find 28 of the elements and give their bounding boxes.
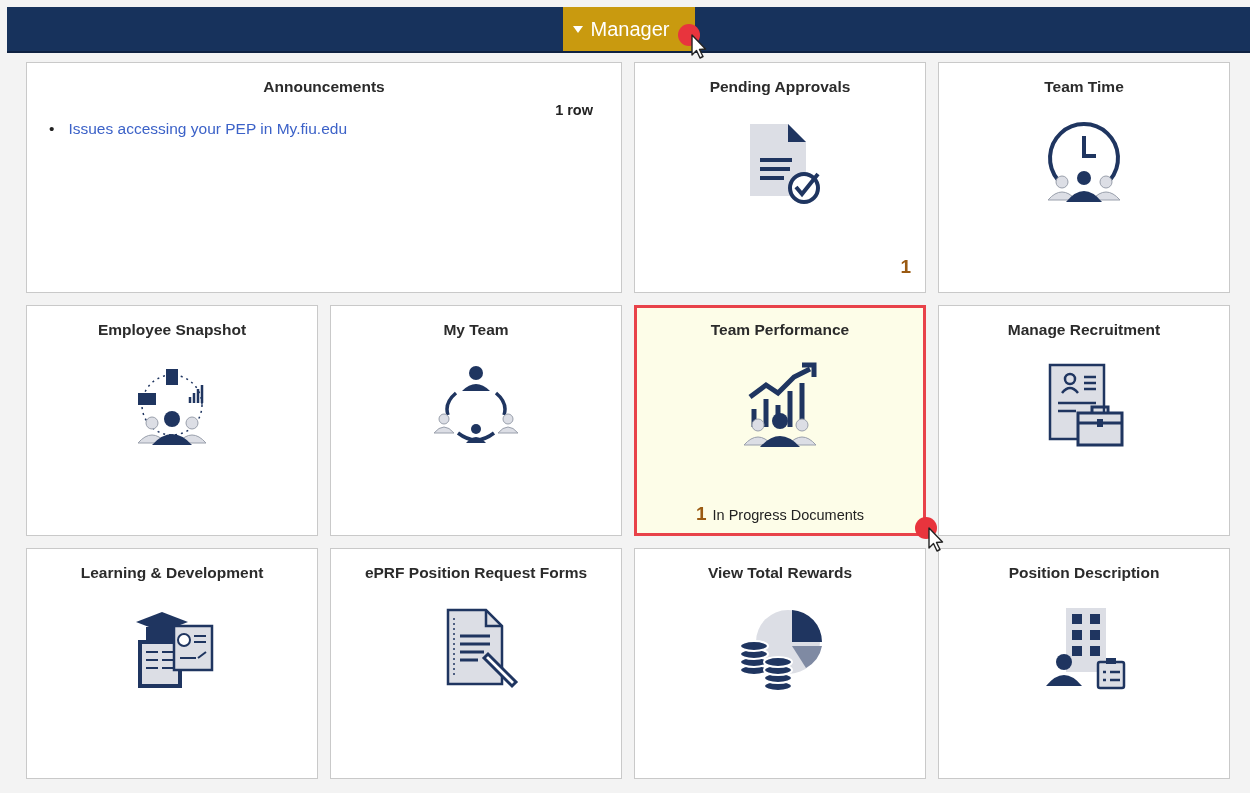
tile-title: Learning & Development — [80, 564, 264, 582]
tile-title: Pending Approvals — [709, 78, 851, 96]
tile-title: Manage Recruitment — [1007, 321, 1161, 339]
count: 1 — [695, 503, 707, 525]
tile-title: ePRF Position Request Forms — [364, 564, 588, 582]
count-label: In Progress Documents — [712, 507, 865, 523]
count: 1 — [900, 256, 911, 278]
tile[interactable]: Learning & Development — [26, 548, 318, 779]
tile[interactable]: Manage Recruitment — [938, 305, 1230, 536]
tile[interactable]: View Total Rewards — [634, 548, 926, 779]
tile[interactable]: ePRF Position Request Forms — [330, 548, 622, 779]
bullet: • — [49, 120, 55, 138]
tile[interactable]: Position Description — [938, 548, 1230, 779]
tile-title: Team Time — [1044, 78, 1124, 96]
tile[interactable]: Employee Snapshot — [26, 305, 318, 536]
tile[interactable]: Team Performance 1 In Progress Documents — [634, 305, 926, 536]
announcement-link[interactable]: Issues accessing your PEP in My.fiu.edu — [68, 120, 347, 138]
tile-title: Announcements — [262, 78, 386, 96]
row-count: 1 row — [555, 102, 593, 118]
tile-title: Team Performance — [710, 321, 850, 339]
tile-title: Employee Snapshot — [97, 321, 247, 339]
tile[interactable]: My Team — [330, 305, 622, 536]
tile-title: View Total Rewards — [707, 564, 853, 582]
tile[interactable]: Announcements 1 row • Issues accessing your PEP in My.fiu.edu — [26, 62, 622, 293]
tile-title: Position Description — [1008, 564, 1160, 582]
tile[interactable]: Pending Approvals 1 — [634, 62, 926, 293]
tile[interactable]: Team Time — [938, 62, 1230, 293]
tile-title: My Team — [443, 321, 509, 339]
